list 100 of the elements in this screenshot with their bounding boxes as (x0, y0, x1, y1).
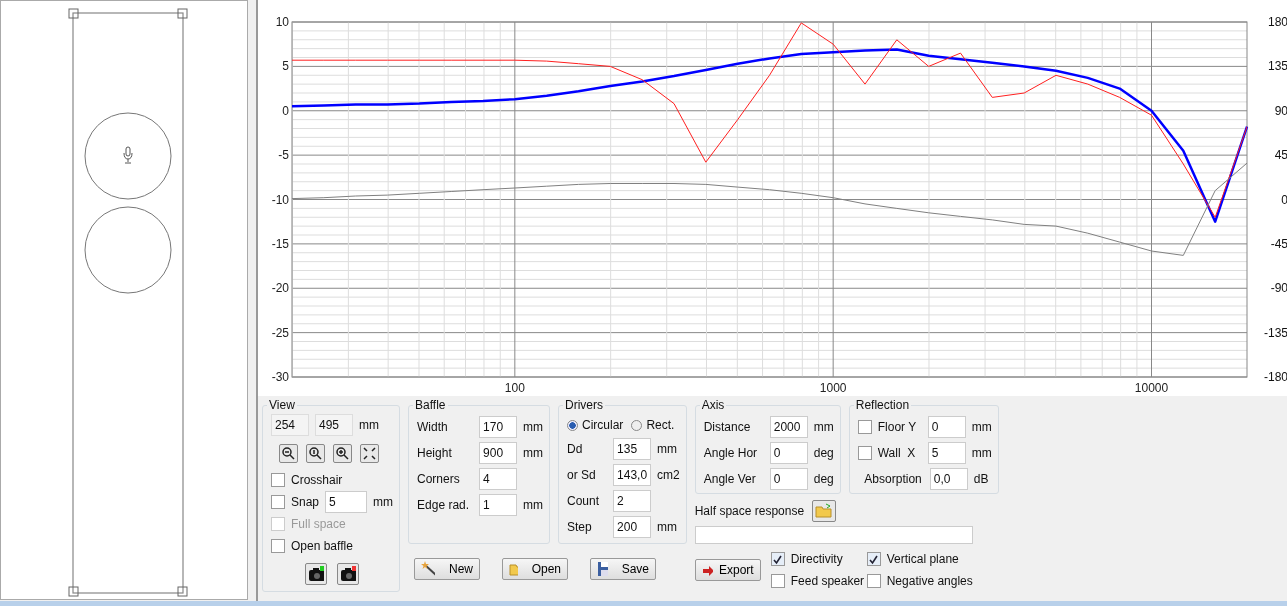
group-title: Axis (700, 398, 726, 412)
y-axis-label: -10 (271, 192, 289, 207)
resize-handle[interactable] (68, 8, 79, 19)
radio-button[interactable] (631, 419, 643, 431)
resize-handle[interactable] (177, 586, 188, 597)
input-field[interactable]: 200 (613, 516, 652, 538)
group-title: View (268, 398, 296, 412)
snap-field[interactable]: 5 (325, 491, 368, 513)
input-field[interactable]: 0 (927, 416, 966, 438)
arrow-icon (701, 563, 713, 577)
input-field[interactable]: 4 (479, 468, 518, 490)
input-field[interactable]: 0 (769, 468, 808, 490)
file-button[interactable]: Open (502, 558, 569, 580)
checkbox[interactable] (857, 446, 872, 460)
camera-add-button[interactable] (305, 563, 327, 585)
y-axis-label: 5 (282, 59, 289, 74)
phase-axis-label: 90 (1274, 103, 1287, 118)
phase-axis-label: -45 (1270, 236, 1287, 251)
resize-handle[interactable] (68, 586, 79, 597)
zoom-reset-icon (309, 447, 322, 460)
checkbox-label: Negative angles (886, 574, 973, 588)
camera-icon (308, 566, 324, 582)
radio-button[interactable] (567, 419, 579, 431)
field-label: Step (567, 520, 593, 534)
y-axis-label: -25 (271, 325, 289, 340)
y-axis-label: 0 (282, 103, 289, 118)
unit-label: mm (523, 446, 544, 460)
radio-label: Circular (582, 418, 624, 432)
y-axis-label: -5 (278, 148, 289, 163)
input-field[interactable]: 135 (613, 438, 652, 460)
input-field[interactable]: 5 (927, 442, 966, 464)
zoom-out-button[interactable] (279, 444, 298, 463)
checkbox-label: Snap (291, 495, 320, 509)
phase-axis-label: -180 (1263, 370, 1287, 384)
file-button[interactable]: Save (590, 558, 657, 580)
input-field[interactable]: 2 (613, 490, 652, 512)
input-field[interactable]: 143,0 (613, 464, 652, 486)
input-field[interactable]: 170 (479, 416, 518, 438)
unit-label: cm2 (657, 468, 680, 482)
checkbox[interactable] (770, 574, 785, 588)
field-label: Half space response (694, 504, 805, 518)
phase-axis-label: 0 (1281, 192, 1287, 207)
driver-circle[interactable] (84, 112, 172, 200)
unit-label: mm (813, 420, 834, 434)
input-field[interactable]: 1 (479, 494, 518, 516)
checkbox[interactable] (271, 495, 285, 509)
field-label: Count (567, 494, 601, 508)
x-axis-label: 100 (504, 381, 525, 395)
phase-axis-label: 180 (1267, 15, 1287, 29)
input-field[interactable]: 0 (769, 442, 808, 464)
phase-axis-label: 135 (1267, 59, 1287, 74)
x-axis-label: 10000 (1134, 381, 1169, 395)
coordinate-field: 254 (271, 414, 309, 436)
expand-icon (363, 447, 376, 460)
checkbox-label: Vertical plane (886, 552, 959, 566)
input-field[interactable]: 2000 (769, 416, 808, 438)
checkbox[interactable] (770, 552, 785, 566)
field-label: Edge rad. (417, 498, 471, 512)
zoom-out-icon (282, 447, 295, 460)
coordinate-field: 495 (315, 414, 353, 436)
checkbox-label: Feed speaker (790, 574, 865, 588)
driver-circle[interactable] (84, 206, 172, 294)
checkbox[interactable] (866, 552, 881, 566)
checkbox-label: Crosshair (291, 473, 343, 487)
zoom-reset-button[interactable] (306, 444, 325, 463)
fit-view-button[interactable] (360, 444, 379, 463)
field-label: Distance (703, 420, 752, 434)
checkbox[interactable] (857, 420, 872, 434)
field-label: Angle Ver (703, 472, 757, 486)
field-label: Dd (567, 442, 584, 456)
export-button[interactable]: Export (694, 559, 761, 581)
unit-label: deg (813, 472, 834, 486)
microphone-icon (123, 146, 133, 164)
unit-label: deg (813, 446, 834, 460)
magic-wand-icon (421, 561, 435, 577)
camera-icon (340, 566, 356, 582)
field-label: Angle Hor (703, 446, 759, 460)
input-field[interactable]: 900 (479, 442, 518, 464)
phase-axis-label: 45 (1274, 148, 1287, 163)
checkbox-label: Wall X (877, 446, 917, 460)
checkbox[interactable] (866, 574, 881, 588)
unit-label: mm (373, 495, 394, 509)
field-label: Corners (417, 472, 461, 486)
unit-label: mm (971, 420, 992, 434)
checkbox[interactable] (271, 473, 285, 487)
camera-remove-button[interactable] (337, 563, 359, 585)
zoom-in-button[interactable] (333, 444, 352, 463)
input-field[interactable]: 0,0 (929, 468, 968, 490)
file-button[interactable]: New (414, 558, 481, 580)
checkbox[interactable] (271, 539, 285, 553)
baffle-outline[interactable] (72, 12, 184, 594)
radio-label: Rect. (646, 418, 675, 432)
resize-handle[interactable] (177, 8, 188, 19)
field-label: or Sd (567, 468, 597, 482)
checkbox-label: Open baffle (291, 539, 353, 553)
y-axis-label: -30 (271, 370, 289, 384)
file-path-field[interactable] (694, 526, 973, 544)
open-file-button[interactable] (812, 500, 837, 522)
group-title: Drivers (564, 398, 605, 412)
unit-label: mm (523, 498, 544, 512)
